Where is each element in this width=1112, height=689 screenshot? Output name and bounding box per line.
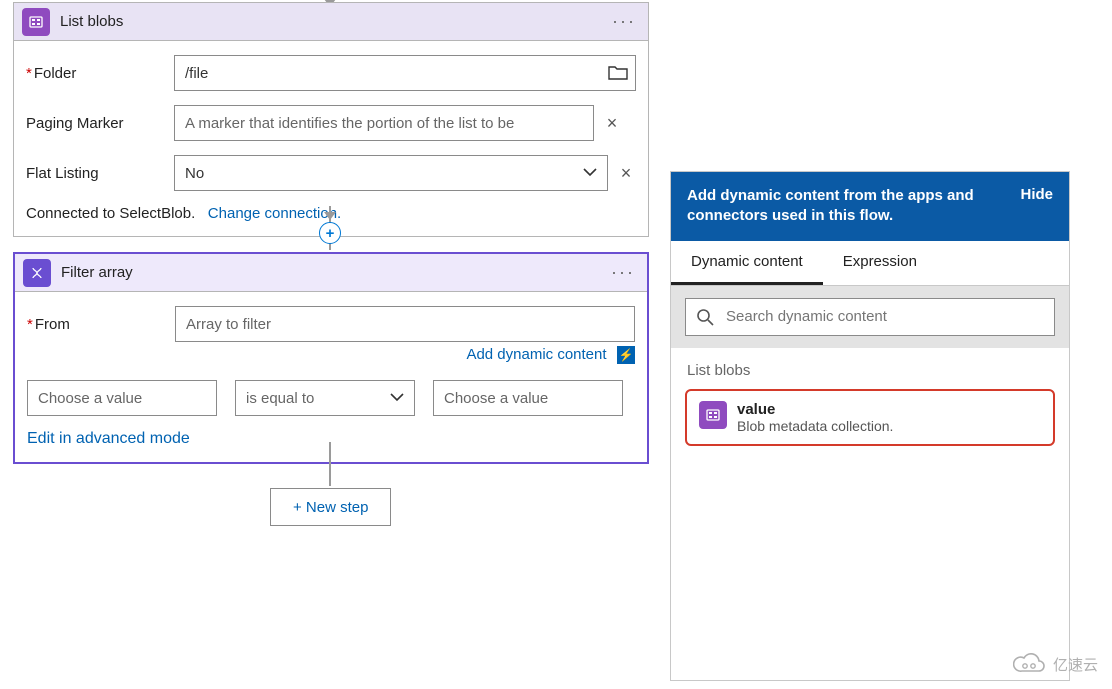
dynamic-content-tabs: Dynamic content Expression — [671, 241, 1069, 286]
folder-label: *Folder — [26, 65, 174, 82]
dc-item-value[interactable]: value Blob metadata collection. — [685, 389, 1055, 446]
filter-array-title: Filter array — [61, 264, 607, 281]
condition-operator-select[interactable]: is equal to — [235, 380, 415, 416]
from-label: *From — [27, 316, 175, 333]
folder-input[interactable] — [174, 55, 636, 91]
filter-array-header[interactable]: Filter array ··· — [15, 254, 647, 292]
cloud-icon — [1013, 653, 1047, 675]
change-connection-link[interactable]: Change connection. — [208, 205, 341, 222]
search-icon — [696, 308, 714, 326]
more-icon[interactable]: ··· — [607, 262, 639, 283]
list-blobs-card: List blobs ··· *Folder Paging Marker × — [13, 2, 649, 237]
watermark: 亿速云 — [1013, 653, 1098, 675]
dynamic-content-panel: Add dynamic content from the apps and co… — [670, 171, 1070, 681]
flat-listing-select[interactable]: No — [174, 155, 608, 191]
connector-line — [329, 442, 331, 486]
list-blobs-title: List blobs — [60, 13, 608, 30]
filter-array-card: Filter array ··· *From Add dynamic conte… — [13, 252, 649, 464]
dc-section-list-blobs: List blobs — [671, 348, 1069, 389]
blob-connector-icon — [22, 8, 50, 36]
condition-right-value[interactable]: Choose a value — [433, 380, 623, 416]
dynamic-content-header: Add dynamic content from the apps and co… — [671, 172, 1069, 241]
tab-dynamic-content[interactable]: Dynamic content — [671, 241, 823, 285]
edit-advanced-mode-link[interactable]: Edit in advanced mode — [27, 430, 190, 447]
dynamic-content-search[interactable] — [685, 298, 1055, 336]
paging-marker-input[interactable] — [174, 105, 594, 141]
arrow-icon — [324, 212, 336, 220]
new-step-button[interactable]: + New step — [270, 488, 391, 526]
dynamic-content-search-input[interactable] — [724, 307, 1044, 326]
chevron-down-icon — [583, 168, 597, 178]
more-icon[interactable]: ··· — [608, 11, 640, 32]
data-operations-icon — [23, 259, 51, 287]
add-action-button[interactable]: + — [319, 222, 341, 244]
add-dynamic-content-link[interactable]: Add dynamic content — [466, 346, 606, 363]
paging-marker-label: Paging Marker — [26, 115, 174, 132]
close-icon[interactable]: × — [616, 163, 636, 183]
from-input[interactable] — [175, 306, 635, 342]
close-icon[interactable]: × — [602, 113, 622, 133]
folder-picker-icon[interactable] — [608, 65, 628, 81]
condition-left-value[interactable]: Choose a value — [27, 380, 217, 416]
dc-item-subtitle: Blob metadata collection. — [737, 418, 893, 434]
hide-panel-button[interactable]: Hide — [1020, 186, 1053, 203]
list-blobs-header[interactable]: List blobs ··· — [14, 3, 648, 41]
blob-connector-icon — [699, 401, 727, 429]
flat-listing-label: Flat Listing — [26, 165, 174, 182]
tab-expression[interactable]: Expression — [823, 241, 937, 285]
dynamic-content-icon[interactable]: ⚡ — [617, 346, 635, 364]
chevron-down-icon — [390, 393, 404, 403]
dc-item-title: value — [737, 401, 893, 418]
